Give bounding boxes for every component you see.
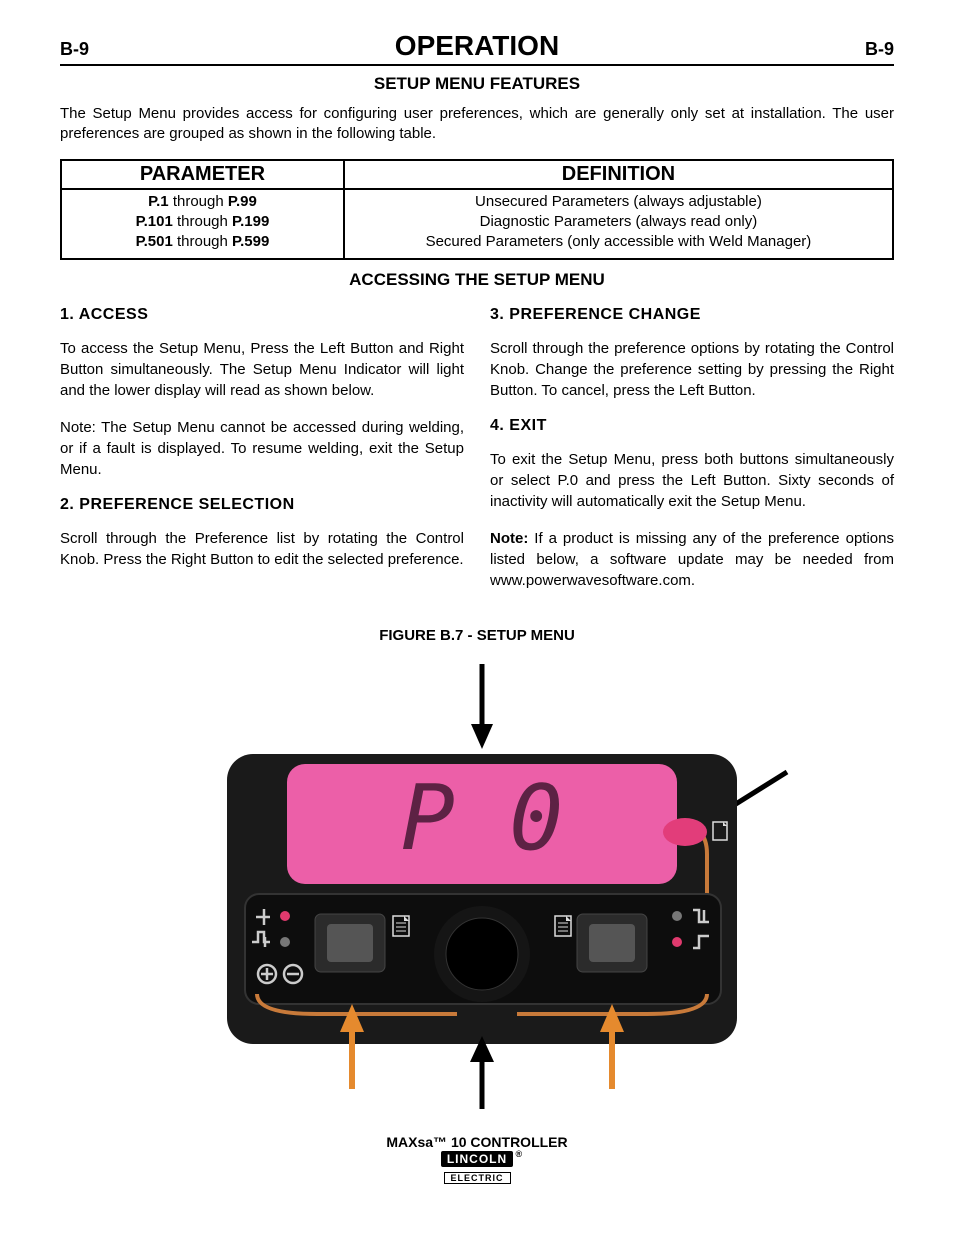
step1-paragraph1: To access the Setup Menu, Press the Left… xyxy=(60,338,464,401)
left-column: 1. ACCESS To access the Setup Menu, Pres… xyxy=(60,302,464,607)
display-text: P 0 xyxy=(401,766,564,871)
th-definition: DEFINITION xyxy=(344,160,893,189)
page-title: OPERATION xyxy=(89,30,865,62)
step1-title: 1. ACCESS xyxy=(60,306,464,324)
logo-bottom-text: ELECTRIC xyxy=(444,1172,511,1184)
param-cell: P.1 through P.99 P.101 through P.199 P.5… xyxy=(61,189,344,260)
right-button[interactable] xyxy=(577,914,647,972)
th-parameter: PARAMETER xyxy=(61,160,344,189)
step2-paragraph: Scroll through the Preference list by ro… xyxy=(60,528,464,570)
right-column: 3. PREFERENCE CHANGE Scroll through the … xyxy=(490,302,894,607)
controller-diagram: P 0 xyxy=(157,654,797,1114)
left-button[interactable] xyxy=(315,914,385,972)
logo-top-text: LINCOLN ® xyxy=(441,1151,513,1167)
step1-paragraph2: Note: The Setup Menu cannot be accessed … xyxy=(60,417,464,480)
page-footer: MAXsa™ 10 CONTROLLER LINCOLN ® ELECTRIC xyxy=(60,1134,894,1186)
indicator-right xyxy=(663,818,707,846)
arrow-knob-icon xyxy=(470,1036,494,1109)
step3-paragraph: Scroll through the preference options by… xyxy=(490,338,894,401)
step4-title: 4. EXIT xyxy=(490,417,894,435)
section-subtitle: SETUP MENU FEATURES xyxy=(60,74,894,94)
step2-title: 2. PREFERENCE SELECTION xyxy=(60,496,464,514)
step4-note: Note: If a product is missing any of the… xyxy=(490,528,894,591)
page-number-right: B-9 xyxy=(865,39,894,60)
page-header: B-9 OPERATION B-9 xyxy=(60,30,894,66)
control-knob[interactable] xyxy=(434,906,530,1002)
accessing-heading: ACCESSING THE SETUP MENU xyxy=(60,270,894,290)
arrow-top-icon xyxy=(471,664,493,749)
device-figure: P 0 xyxy=(60,654,894,1114)
product-name: MAXsa™ 10 CONTROLLER xyxy=(60,1134,894,1150)
step4-paragraph: To exit the Setup Menu, press both butto… xyxy=(490,449,894,512)
instructions-columns: 1. ACCESS To access the Setup Menu, Pres… xyxy=(60,302,894,607)
intro-paragraph: The Setup Menu provides access for confi… xyxy=(60,104,894,145)
parameter-table: PARAMETER DEFINITION P.1 through P.99 P.… xyxy=(60,159,894,261)
page-number-left: B-9 xyxy=(60,39,89,60)
step3-title: 3. PREFERENCE CHANGE xyxy=(490,306,894,324)
brand-logo: LINCOLN ® ELECTRIC xyxy=(60,1150,894,1186)
definition-cell: Unsecured Parameters (always adjustable)… xyxy=(344,189,893,260)
figure-caption: FIGURE B.7 - SETUP MENU xyxy=(60,627,894,644)
